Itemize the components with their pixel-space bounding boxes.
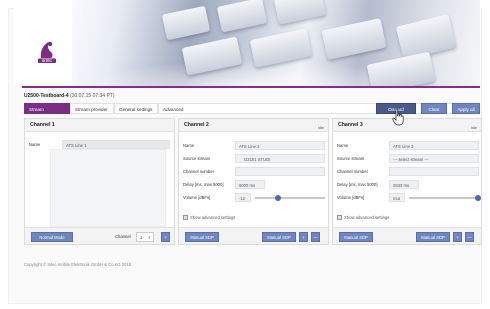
manual-sdp-button[interactable]: Manual SDP bbox=[262, 232, 296, 242]
channel-3-header: Channel 3 Idle bbox=[333, 119, 481, 132]
channel-2-advanced-toggle[interactable]: Show advanced settings bbox=[183, 215, 235, 221]
apply-all-button[interactable]: Apply all bbox=[452, 103, 480, 114]
channel-3-source-row: Source stream --- select stream --- bbox=[337, 154, 479, 163]
channel-3-delay-field[interactable]: 2833 ms bbox=[389, 180, 419, 189]
volume-label: Volume [dBFs] bbox=[337, 195, 365, 200]
channel-3-delay-row: Delay [ms, max 5000] 2833 ms bbox=[337, 180, 477, 189]
channel-select-value: 1 bbox=[140, 235, 143, 240]
channel-3-volume-slider[interactable] bbox=[409, 197, 479, 199]
device-timestamp: (30.07.15 07:34 PT) bbox=[70, 93, 115, 99]
channel-3-volume-handle[interactable] bbox=[475, 194, 481, 201]
checkbox-icon bbox=[183, 215, 188, 221]
channel-1-panel: Channel 1 Name ATS Line 1 Normal Mode Ch… bbox=[24, 118, 175, 245]
channel-number-label: Channel number bbox=[183, 169, 214, 174]
channel-3-name-row: Name ATS Line 3 bbox=[337, 141, 479, 150]
svg-text:SITEC: SITEC bbox=[42, 59, 53, 63]
channel-2-delay-row: Delay [ms, max 5000] 6000 ms bbox=[183, 180, 324, 189]
channel-1-name-field[interactable]: ATS Line 1 bbox=[62, 140, 170, 149]
manual-sdp-button[interactable]: Manual SDP bbox=[416, 232, 450, 242]
checkbox-icon bbox=[337, 215, 342, 221]
channel-3-source-select[interactable]: --- select stream --- bbox=[389, 154, 479, 163]
name-label: Name bbox=[183, 143, 195, 148]
show-advanced-label: Show advanced settings bbox=[190, 215, 236, 220]
channel-2-footer: Manual SDP Manual SDP + — bbox=[179, 227, 328, 244]
channel-1-footer: Normal Mode Channel 1 ⇕ + bbox=[25, 227, 174, 244]
channel-3-number-row: Channel number bbox=[337, 167, 479, 176]
volume-label: Volume [dBFs] bbox=[183, 195, 211, 200]
channel-3-advanced-toggle[interactable]: Show advanced settings bbox=[337, 215, 389, 221]
channel-2-volume-row: Volume [dBFs] -12 bbox=[183, 193, 325, 202]
normal-mode-button[interactable]: Normal Mode bbox=[31, 232, 73, 242]
keyboard-key bbox=[366, 51, 436, 86]
hand-cursor-icon bbox=[392, 108, 404, 126]
source-stream-label: Source stream bbox=[183, 156, 211, 161]
tab-stream-provider[interactable]: Stream provider bbox=[70, 103, 114, 114]
channel-2-volume-handle[interactable] bbox=[275, 194, 281, 201]
tab-bar: Stream consumer Stream provider General … bbox=[24, 103, 480, 123]
channel-2-number-row: Channel number bbox=[183, 167, 325, 176]
keyboard-key bbox=[216, 0, 268, 33]
channel-2-name-row: Name ATS Line 2 bbox=[183, 141, 325, 150]
channel-2-header: Channel 2 Idle bbox=[179, 119, 328, 132]
remove-button[interactable]: — bbox=[465, 232, 474, 242]
channel-2-name-field[interactable]: ATS Line 2 bbox=[235, 141, 325, 150]
device-name: U2500-Testboard-4 bbox=[24, 93, 69, 99]
channel-1-title: Channel 1 bbox=[25, 119, 174, 132]
name-label: Name bbox=[29, 142, 41, 147]
channel-3-title: Channel 3 bbox=[338, 122, 363, 128]
add-channel-button[interactable]: + bbox=[161, 232, 170, 242]
channel-1-content-area bbox=[50, 149, 166, 227]
tab-general-settings[interactable]: General settings bbox=[114, 103, 158, 114]
manual-sdp-button[interactable]: Manual SDP bbox=[339, 232, 373, 242]
channel-2-source-row: Source stream G2101 STUDI bbox=[183, 154, 325, 163]
channel-2-volume-field[interactable]: -12 bbox=[235, 193, 251, 202]
sitec-logo-icon: SITEC bbox=[38, 41, 56, 63]
header-divider bbox=[22, 86, 480, 88]
source-stream-label: Source stream bbox=[337, 156, 365, 161]
channel-2-status: Idle bbox=[317, 126, 324, 130]
page-title: U2500-Testboard-4 (30.07.15 07:34 PT) bbox=[24, 93, 115, 99]
channel-3-volume-row: Volume [dBFs] mut bbox=[337, 193, 481, 202]
channel-3-name-field[interactable]: ATS Line 3 bbox=[389, 141, 479, 150]
channel-2-source-select[interactable]: G2101 STUDI bbox=[235, 154, 325, 163]
copyright-text: Copyright © Sitec mobile Elektronik GmbH… bbox=[24, 262, 132, 267]
channel-select[interactable]: 1 ⇕ bbox=[136, 232, 154, 242]
channel-3-status: Idle bbox=[470, 126, 477, 130]
delay-label: Delay [ms, max 5000] bbox=[183, 182, 224, 187]
chevron-down-icon: ⇕ bbox=[147, 235, 151, 240]
show-advanced-label: Show advanced settings bbox=[344, 215, 390, 220]
channel-3-footer: Manual SDP Manual SDP + — bbox=[333, 227, 481, 244]
channel-3-volume-field[interactable]: mut bbox=[389, 193, 405, 202]
keyboard-key bbox=[321, 18, 387, 60]
add-button[interactable]: + bbox=[453, 232, 462, 242]
remove-button[interactable]: — bbox=[311, 232, 320, 242]
channel-label: Channel bbox=[115, 234, 131, 239]
channel-2-panel: Channel 2 Idle Name ATS Line 2 Source st… bbox=[178, 118, 329, 245]
channel-2-number-field[interactable] bbox=[235, 167, 325, 176]
keyboard-key bbox=[161, 5, 211, 41]
channel-2-volume-slider[interactable] bbox=[255, 197, 325, 199]
delay-label: Delay [ms, max 5000] bbox=[337, 182, 378, 187]
tab-stream-consumer[interactable]: Stream consumer bbox=[24, 103, 70, 123]
channel-2-delay-field[interactable]: 6000 ms bbox=[235, 180, 265, 189]
clear-all-button[interactable]: Clear all bbox=[421, 103, 447, 123]
add-button[interactable]: + bbox=[299, 232, 308, 242]
channel-3-number-field[interactable] bbox=[389, 167, 479, 176]
channel-number-label: Channel number bbox=[337, 169, 368, 174]
keyboard-key bbox=[273, 0, 327, 25]
channel-2-title: Channel 2 bbox=[184, 122, 209, 128]
name-label: Name bbox=[337, 143, 349, 148]
channel-1-name-row: Name ATS Line 1 bbox=[29, 140, 170, 149]
header-banner: SITEC bbox=[14, 0, 480, 86]
manual-sdp-button[interactable]: Manual SDP bbox=[185, 232, 219, 242]
channel-3-panel: Channel 3 Idle Name ATS Line 3 Source st… bbox=[332, 118, 482, 245]
